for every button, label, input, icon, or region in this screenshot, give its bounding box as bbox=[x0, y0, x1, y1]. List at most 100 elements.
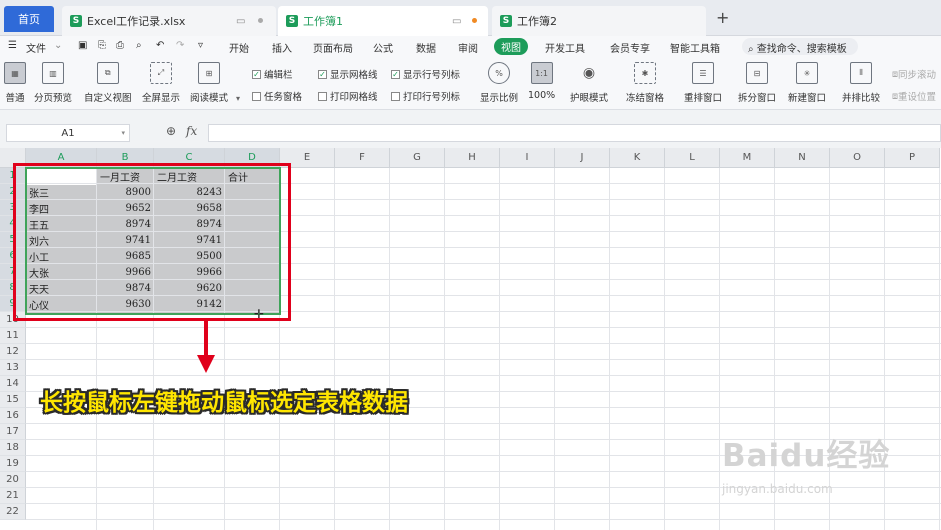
menu-start[interactable]: 开始 bbox=[229, 40, 249, 55]
chevron-down-icon[interactable]: ▾ bbox=[236, 94, 240, 103]
row-header-21[interactable]: 21 bbox=[0, 488, 26, 504]
grid-line bbox=[389, 168, 390, 530]
export-icon[interactable]: ⎘ bbox=[98, 40, 106, 51]
arrange-windows-button[interactable]: ☰ 重排窗口 bbox=[684, 62, 722, 104]
reading-mode-button[interactable]: ⊞ 阅读模式 bbox=[190, 62, 228, 104]
row-header-19[interactable]: 19 bbox=[0, 456, 26, 472]
grid-line bbox=[26, 503, 941, 504]
tab-workbook-1[interactable]: S 工作簿1 ▭ bbox=[278, 6, 488, 36]
show-headers-checkbox[interactable]: ✓ 显示行号列标 bbox=[391, 67, 460, 81]
grid-view-icon: ▦ bbox=[4, 62, 26, 84]
quick-access-more-icon[interactable]: ▿ bbox=[198, 40, 203, 51]
column-header-n[interactable]: N bbox=[775, 148, 830, 168]
row-header-17[interactable]: 17 bbox=[0, 424, 26, 440]
tab-excel-workbook[interactable]: S Excel工作记录.xlsx ▭ bbox=[62, 6, 276, 36]
row-header-18[interactable]: 18 bbox=[0, 440, 26, 456]
freeze-panes-icon: ✱ bbox=[634, 62, 656, 84]
new-window-icon: ✳ bbox=[796, 62, 818, 84]
reset-position-button[interactable]: ⧈ 重设位置 bbox=[892, 89, 936, 104]
crosshair-cursor-icon: ✛ bbox=[254, 307, 265, 321]
row-header-14[interactable]: 14 bbox=[0, 376, 26, 392]
menu-developer[interactable]: 开发工具 bbox=[545, 40, 585, 55]
command-search[interactable]: ⌕ 查找命令、搜索模板 bbox=[742, 38, 858, 55]
spreadsheet-icon: S bbox=[286, 15, 298, 27]
column-header-i[interactable]: I bbox=[500, 148, 555, 168]
split-window-icon: ⊟ bbox=[746, 62, 768, 84]
name-box[interactable]: A1 ▾ bbox=[6, 124, 130, 142]
row-header-13[interactable]: 13 bbox=[0, 360, 26, 376]
fullscreen-button[interactable]: ⤢ 全屏显示 bbox=[142, 62, 180, 104]
grid-line bbox=[26, 375, 941, 376]
zoom-ratio-button[interactable]: % 显示比例 bbox=[480, 62, 518, 104]
menu-smart-toolbox[interactable]: 智能工具箱 bbox=[670, 40, 720, 55]
pin-icon[interactable]: ▭ bbox=[236, 16, 245, 27]
column-header-l[interactable]: L bbox=[665, 148, 720, 168]
new-window-button[interactable]: ✳ 新建窗口 bbox=[788, 62, 826, 104]
eye-protection-button[interactable]: ◉ 护眼模式 bbox=[570, 62, 608, 104]
menu-data[interactable]: 数据 bbox=[416, 40, 436, 55]
menu-page-layout[interactable]: 页面布局 bbox=[313, 40, 353, 55]
side-by-side-icon: ⫴ bbox=[850, 62, 872, 84]
redo-icon[interactable]: ↷ bbox=[176, 40, 184, 51]
column-header-m[interactable]: M bbox=[720, 148, 775, 168]
menu-member[interactable]: 会员专享 bbox=[610, 40, 650, 55]
grid-line bbox=[499, 168, 500, 530]
column-header-g[interactable]: G bbox=[390, 148, 445, 168]
row-header-22[interactable]: 22 bbox=[0, 504, 26, 520]
column-header-h[interactable]: H bbox=[445, 148, 500, 168]
print-grid-checkbox[interactable]: 打印网格线 bbox=[318, 89, 378, 103]
menu-formula[interactable]: 公式 bbox=[373, 40, 393, 55]
menu-insert[interactable]: 插入 bbox=[272, 40, 292, 55]
tab-workbook-2[interactable]: S 工作簿2 bbox=[492, 6, 706, 36]
task-pane-checkbox[interactable]: 任务窗格 bbox=[252, 89, 302, 103]
custom-view-button[interactable]: ⧉ 自定义视图 bbox=[84, 62, 132, 104]
row-header-16[interactable]: 16 bbox=[0, 408, 26, 424]
freeze-panes-button[interactable]: ✱ 冻结窗格 bbox=[626, 62, 664, 104]
grid-line bbox=[939, 168, 940, 530]
show-grid-checkbox[interactable]: ✓ 显示网格线 bbox=[318, 67, 378, 81]
grid-line bbox=[26, 327, 941, 328]
zoom-search-icon[interactable]: ⊕ bbox=[166, 124, 176, 138]
print-preview-icon[interactable]: ⌕ bbox=[136, 40, 142, 51]
reading-mode-icon: ⊞ bbox=[198, 62, 220, 84]
menu-review[interactable]: 审阅 bbox=[458, 40, 478, 55]
menu-file[interactable]: 文件 bbox=[26, 40, 46, 55]
row-header-11[interactable]: 11 bbox=[0, 328, 26, 344]
formula-bar: A1 ▾ ⊕ fx bbox=[0, 110, 941, 148]
annotation-red-box bbox=[13, 163, 291, 321]
hamburger-icon[interactable]: ☰ bbox=[8, 40, 17, 51]
sync-scroll-button[interactable]: ⧈ 同步滚动 bbox=[892, 67, 936, 82]
watermark: Baidu经验 jingyan.baidu.com bbox=[722, 430, 890, 496]
pin-icon[interactable]: ▭ bbox=[452, 16, 461, 27]
column-header-p[interactable]: P bbox=[885, 148, 940, 168]
save-icon[interactable]: ▣ bbox=[78, 40, 87, 51]
function-icon[interactable]: fx bbox=[186, 124, 197, 138]
print-headers-checkbox[interactable]: 打印行号列标 bbox=[391, 89, 460, 103]
new-tab-icon[interactable]: + bbox=[716, 8, 729, 27]
checkbox-empty-icon bbox=[252, 91, 261, 101]
row-header-12[interactable]: 12 bbox=[0, 344, 26, 360]
tab-home[interactable]: 首页 bbox=[4, 6, 54, 32]
column-header-o[interactable]: O bbox=[830, 148, 885, 168]
column-header-f[interactable]: F bbox=[335, 148, 390, 168]
zoom-100-button[interactable]: 1:1 100% bbox=[528, 62, 555, 101]
menu-view[interactable]: 视图 bbox=[494, 38, 528, 55]
arrange-windows-icon: ☰ bbox=[692, 62, 714, 84]
column-header-k[interactable]: K bbox=[610, 148, 665, 168]
row-header-20[interactable]: 20 bbox=[0, 472, 26, 488]
normal-view-button[interactable]: ▦ 普通 bbox=[4, 62, 26, 104]
grid-line bbox=[664, 168, 665, 530]
edit-bar-checkbox[interactable]: ✓ 编辑栏 bbox=[252, 67, 293, 81]
split-window-button[interactable]: ⊟ 拆分窗口 bbox=[738, 62, 776, 104]
print-icon[interactable]: ⎙ bbox=[116, 40, 124, 51]
chevron-down-icon[interactable]: ▾ bbox=[121, 129, 125, 137]
row-header-15[interactable]: 15 bbox=[0, 392, 26, 408]
side-by-side-button[interactable]: ⫴ 并排比较 bbox=[842, 62, 880, 104]
page-break-preview-button[interactable]: ▥ 分页预览 bbox=[34, 62, 72, 104]
undo-icon[interactable]: ↶ bbox=[156, 40, 164, 51]
formula-input[interactable] bbox=[208, 124, 941, 142]
tab-title: 工作簿2 bbox=[517, 15, 557, 28]
search-label: 查找命令、搜索模板 bbox=[756, 44, 847, 55]
column-header-j[interactable]: J bbox=[555, 148, 610, 168]
chevron-down-icon[interactable]: ⌄ bbox=[54, 40, 62, 51]
